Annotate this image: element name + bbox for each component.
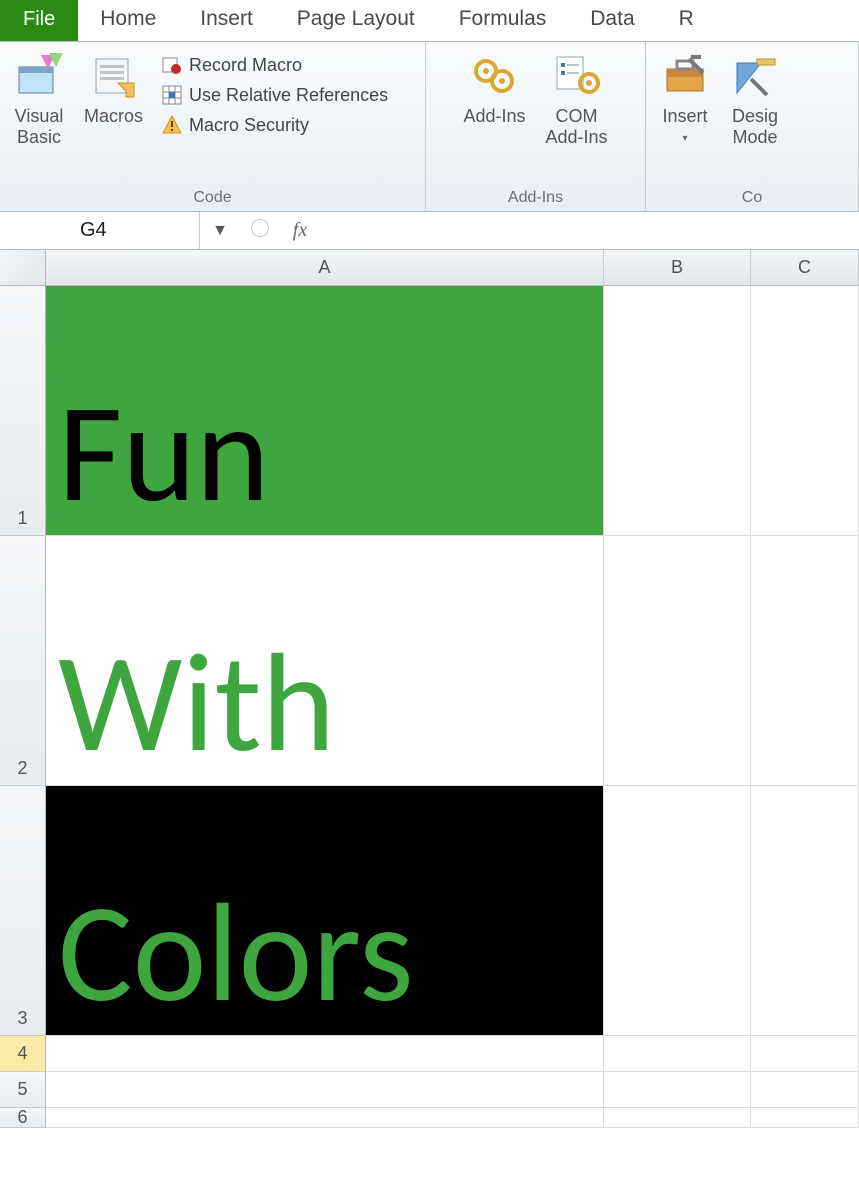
cancel-formula-button[interactable]	[240, 219, 280, 243]
relative-references-button[interactable]: Use Relative References	[157, 82, 392, 108]
com-addins-icon	[552, 50, 602, 100]
col-header-a[interactable]: A	[46, 250, 604, 285]
column-headers: A B C	[0, 250, 859, 286]
fx-button[interactable]: fx	[280, 219, 320, 242]
col-header-c[interactable]: C	[751, 250, 859, 285]
group-controls-label: Co	[654, 188, 850, 209]
row-3: 3 Colors	[0, 786, 859, 1036]
tab-data[interactable]: Data	[568, 0, 656, 41]
cell-a1-text: Fun	[58, 383, 269, 523]
macros-icon	[89, 50, 139, 100]
cell-b5[interactable]	[604, 1072, 751, 1108]
col-header-b[interactable]: B	[604, 250, 751, 285]
group-addins: Add-Ins COM Add-Ins Add-Ins	[426, 42, 646, 211]
ribbon-tabs: File Home Insert Page Layout Formulas Da…	[0, 0, 859, 42]
relative-references-icon	[161, 84, 183, 106]
addins-button[interactable]: Add-Ins	[457, 46, 531, 131]
cell-c6[interactable]	[751, 1108, 859, 1128]
group-code-label: Code	[8, 188, 417, 209]
visual-basic-button[interactable]: Visual Basic	[8, 46, 70, 151]
ribbon: Visual Basic Macros	[0, 42, 859, 212]
tab-home[interactable]: Home	[78, 0, 178, 41]
insert-label: Insert	[662, 106, 707, 127]
dropdown-caret-icon: ▾	[682, 133, 687, 145]
group-controls: Insert ▾ Desig Mode Co	[646, 42, 859, 211]
macro-security-button[interactable]: Macro Security	[157, 112, 392, 138]
name-box[interactable]: G4	[0, 212, 200, 249]
visual-basic-icon	[14, 50, 64, 100]
cell-a5[interactable]	[46, 1072, 604, 1108]
fx-icon: fx	[293, 219, 307, 241]
spreadsheet-grid: A B C 1 Fun 2 With 3 Colors 4	[0, 250, 859, 1128]
row-6: 6	[0, 1108, 859, 1128]
row-5: 5	[0, 1072, 859, 1108]
tab-partial[interactable]: R	[657, 0, 716, 41]
cell-a2-text: With	[58, 633, 335, 773]
row-header-6[interactable]: 6	[0, 1108, 46, 1128]
toolbox-icon	[660, 50, 710, 100]
cell-b3[interactable]	[604, 786, 751, 1036]
macros-button[interactable]: Macros	[78, 46, 149, 131]
record-macro-button[interactable]: Record Macro	[157, 52, 392, 78]
cell-c5[interactable]	[751, 1072, 859, 1108]
insert-button[interactable]: Insert ▾	[654, 46, 716, 148]
cell-b6[interactable]	[604, 1108, 751, 1128]
name-box-dropdown[interactable]: ▼	[200, 222, 240, 240]
design-mode-icon	[730, 50, 780, 100]
visual-basic-label: Visual Basic	[15, 106, 64, 147]
cell-c3[interactable]	[751, 786, 859, 1036]
cell-b2[interactable]	[604, 536, 751, 786]
com-addins-label: COM Add-Ins	[546, 106, 608, 147]
cell-b4[interactable]	[604, 1036, 751, 1072]
design-mode-label: Desig Mode	[732, 106, 778, 147]
cell-b1[interactable]	[604, 286, 751, 536]
tab-formulas[interactable]: Formulas	[437, 0, 569, 41]
cell-a2[interactable]: With	[46, 536, 604, 786]
group-addins-label: Add-Ins	[434, 188, 637, 209]
cell-a1[interactable]: Fun	[46, 286, 604, 536]
select-all-corner[interactable]	[0, 250, 46, 285]
row-header-1[interactable]: 1	[0, 286, 46, 536]
row-4: 4	[0, 1036, 859, 1072]
cancel-icon	[251, 219, 269, 237]
formula-input[interactable]	[320, 212, 859, 249]
cell-a3[interactable]: Colors	[46, 786, 604, 1036]
group-code: Visual Basic Macros	[0, 42, 426, 211]
cell-c1[interactable]	[751, 286, 859, 536]
design-mode-button[interactable]: Desig Mode	[724, 46, 786, 151]
chevron-down-icon: ▼	[212, 222, 228, 239]
record-macro-label: Record Macro	[189, 55, 302, 76]
com-addins-button[interactable]: COM Add-Ins	[540, 46, 614, 151]
cell-c4[interactable]	[751, 1036, 859, 1072]
formula-bar: G4 ▼ fx	[0, 212, 859, 250]
macro-security-label: Macro Security	[189, 115, 309, 136]
row-header-3[interactable]: 3	[0, 786, 46, 1036]
tab-insert[interactable]: Insert	[178, 0, 275, 41]
file-tab[interactable]: File	[0, 0, 78, 41]
relative-references-label: Use Relative References	[189, 85, 388, 106]
row-header-2[interactable]: 2	[0, 536, 46, 786]
record-macro-icon	[161, 54, 183, 76]
macros-label: Macros	[84, 106, 143, 127]
row-1: 1 Fun	[0, 286, 859, 536]
warning-icon	[161, 114, 183, 136]
addins-label: Add-Ins	[463, 106, 525, 127]
cell-a6[interactable]	[46, 1108, 604, 1128]
cell-a3-text: Colors	[58, 883, 414, 1023]
addins-icon	[469, 50, 519, 100]
row-header-5[interactable]: 5	[0, 1072, 46, 1108]
row-header-4[interactable]: 4	[0, 1036, 46, 1072]
tab-page-layout[interactable]: Page Layout	[275, 0, 437, 41]
row-2: 2 With	[0, 536, 859, 786]
cell-c2[interactable]	[751, 536, 859, 786]
cell-a4[interactable]	[46, 1036, 604, 1072]
